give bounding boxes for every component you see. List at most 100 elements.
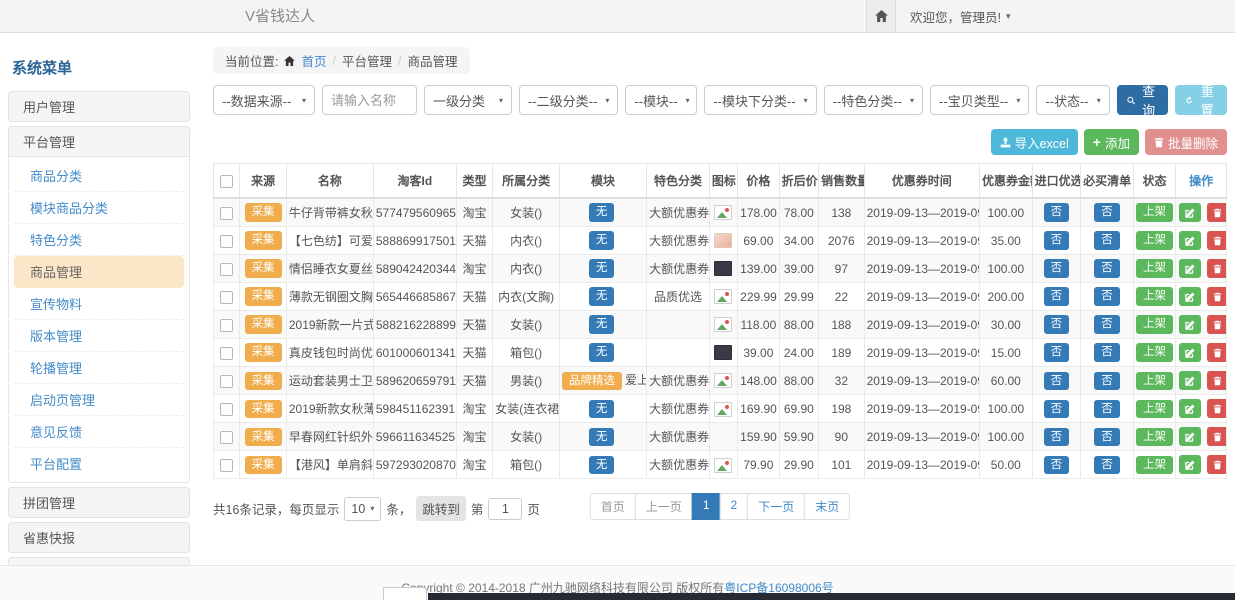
delete-button[interactable] [1207, 203, 1227, 222]
row-checkbox[interactable] [220, 319, 233, 332]
import-select-toggle[interactable]: 否 [1044, 428, 1070, 446]
import-select-toggle[interactable]: 否 [1044, 315, 1070, 333]
delete-button[interactable] [1207, 427, 1227, 446]
import-select-toggle[interactable]: 否 [1044, 400, 1070, 418]
import-select-toggle[interactable]: 否 [1044, 343, 1070, 361]
import-select-toggle[interactable]: 否 [1044, 203, 1070, 221]
module-select[interactable]: --模块-- ▾ [625, 85, 697, 115]
pager-first[interactable]: 首页 [590, 493, 636, 520]
row-checkbox[interactable] [220, 431, 233, 444]
edit-button[interactable] [1179, 371, 1201, 390]
row-checkbox[interactable] [220, 459, 233, 472]
must-buy-toggle[interactable]: 否 [1094, 203, 1120, 221]
status-badge[interactable]: 上架 [1136, 428, 1173, 446]
status-badge[interactable]: 上架 [1136, 287, 1173, 305]
must-buy-toggle[interactable]: 否 [1094, 315, 1120, 333]
edit-button[interactable] [1179, 203, 1201, 222]
edit-button[interactable] [1179, 343, 1201, 362]
import-excel-button[interactable]: 导入excel [991, 129, 1078, 155]
import-select-toggle[interactable]: 否 [1044, 287, 1070, 305]
edit-button[interactable] [1179, 231, 1201, 250]
level1-category-select[interactable]: 一级分类 ▾ [424, 85, 512, 115]
sidebar-item-module-product-category[interactable]: 模块商品分类 [14, 192, 184, 224]
sidebar-item-product-category[interactable]: 商品分类 [14, 160, 184, 192]
pager-page-1[interactable]: 1 [692, 493, 721, 520]
row-checkbox[interactable] [220, 263, 233, 276]
must-buy-toggle[interactable]: 否 [1094, 428, 1120, 446]
item-type-select[interactable]: --宝贝类型-- ▾ [930, 85, 1029, 115]
edit-button[interactable] [1179, 427, 1201, 446]
edit-button[interactable] [1179, 315, 1201, 334]
row-checkbox[interactable] [220, 235, 233, 248]
must-buy-toggle[interactable]: 否 [1094, 287, 1120, 305]
delete-button[interactable] [1207, 371, 1227, 390]
sidebar-item-carousel-management[interactable]: 轮播管理 [14, 352, 184, 384]
sidebar-group-message[interactable]: 消息管理 [8, 557, 190, 565]
reset-button[interactable]: 重置 [1175, 85, 1227, 115]
sidebar-item-promo-material[interactable]: 宣传物料 [14, 288, 184, 320]
row-checkbox[interactable] [220, 375, 233, 388]
pager-page-2[interactable]: 2 [720, 493, 749, 520]
user-menu[interactable]: 欢迎您，管理员! ▾ [910, 0, 1011, 32]
edit-button[interactable] [1179, 259, 1201, 278]
select-all-checkbox[interactable] [220, 175, 233, 188]
sidebar-group-users[interactable]: 用户管理 [8, 91, 190, 122]
pager-last[interactable]: 末页 [804, 493, 850, 520]
jump-button[interactable]: 跳转到 [416, 496, 466, 521]
module-subcategory-select[interactable]: --模块下分类-- ▾ [704, 85, 816, 115]
import-select-toggle[interactable]: 否 [1044, 259, 1070, 277]
delete-button[interactable] [1207, 455, 1227, 474]
must-buy-toggle[interactable]: 否 [1094, 400, 1120, 418]
row-checkbox[interactable] [220, 403, 233, 416]
import-select-toggle[interactable]: 否 [1044, 456, 1070, 474]
page-number-input[interactable] [488, 498, 522, 520]
sidebar-item-platform-config[interactable]: 平台配置 [14, 448, 184, 479]
status-badge[interactable]: 上架 [1136, 315, 1173, 333]
status-badge[interactable]: 上架 [1136, 259, 1173, 277]
row-checkbox[interactable] [220, 291, 233, 304]
sidebar-group-express[interactable]: 省惠快报 [8, 522, 190, 553]
feature-category-select[interactable]: --特色分类-- ▾ [824, 85, 923, 115]
search-button[interactable]: 查询 [1117, 85, 1169, 115]
pager-next[interactable]: 下一页 [747, 493, 805, 520]
delete-button[interactable] [1207, 287, 1227, 306]
must-buy-toggle[interactable]: 否 [1094, 343, 1120, 361]
sidebar-group-groupbuy[interactable]: 拼团管理 [8, 487, 190, 518]
batch-delete-button[interactable]: 批量删除 [1145, 129, 1227, 155]
row-checkbox[interactable] [220, 207, 233, 220]
status-badge[interactable]: 上架 [1136, 372, 1173, 390]
import-select-toggle[interactable]: 否 [1044, 231, 1070, 249]
page-size-select[interactable]: 10 ▾ [344, 497, 381, 521]
row-checkbox[interactable] [220, 347, 233, 360]
status-badge[interactable]: 上架 [1136, 231, 1173, 249]
breadcrumb-home-link[interactable]: 首页 [301, 51, 326, 70]
edit-button[interactable] [1179, 455, 1201, 474]
pager-prev[interactable]: 上一页 [635, 493, 693, 520]
add-button[interactable]: + 添加 [1084, 129, 1139, 155]
delete-button[interactable] [1207, 399, 1227, 418]
status-badge[interactable]: 上架 [1136, 343, 1173, 361]
sidebar-item-version-management[interactable]: 版本管理 [14, 320, 184, 352]
sidebar-item-splash-management[interactable]: 启动页管理 [14, 384, 184, 416]
status-badge[interactable]: 上架 [1136, 203, 1173, 221]
must-buy-toggle[interactable]: 否 [1094, 231, 1120, 249]
must-buy-toggle[interactable]: 否 [1094, 259, 1120, 277]
home-button[interactable] [866, 0, 896, 32]
must-buy-toggle[interactable]: 否 [1094, 456, 1120, 474]
level2-category-select[interactable]: --二级分类-- ▾ [519, 85, 618, 115]
sidebar-group-platform[interactable]: 平台管理 [8, 126, 190, 157]
import-select-toggle[interactable]: 否 [1044, 372, 1070, 390]
sidebar-item-product-management[interactable]: 商品管理 [14, 256, 184, 288]
edit-button[interactable] [1179, 287, 1201, 306]
must-buy-toggle[interactable]: 否 [1094, 372, 1120, 390]
delete-button[interactable] [1207, 315, 1227, 334]
name-search-input[interactable] [322, 85, 417, 115]
status-badge[interactable]: 上架 [1136, 400, 1173, 418]
status-select[interactable]: --状态-- ▾ [1036, 85, 1109, 115]
status-badge[interactable]: 上架 [1136, 456, 1173, 474]
edit-button[interactable] [1179, 399, 1201, 418]
sidebar-item-feedback[interactable]: 意见反馈 [14, 416, 184, 448]
data-source-select[interactable]: --数据来源-- ▾ [213, 85, 315, 115]
delete-button[interactable] [1207, 259, 1227, 278]
delete-button[interactable] [1207, 343, 1227, 362]
